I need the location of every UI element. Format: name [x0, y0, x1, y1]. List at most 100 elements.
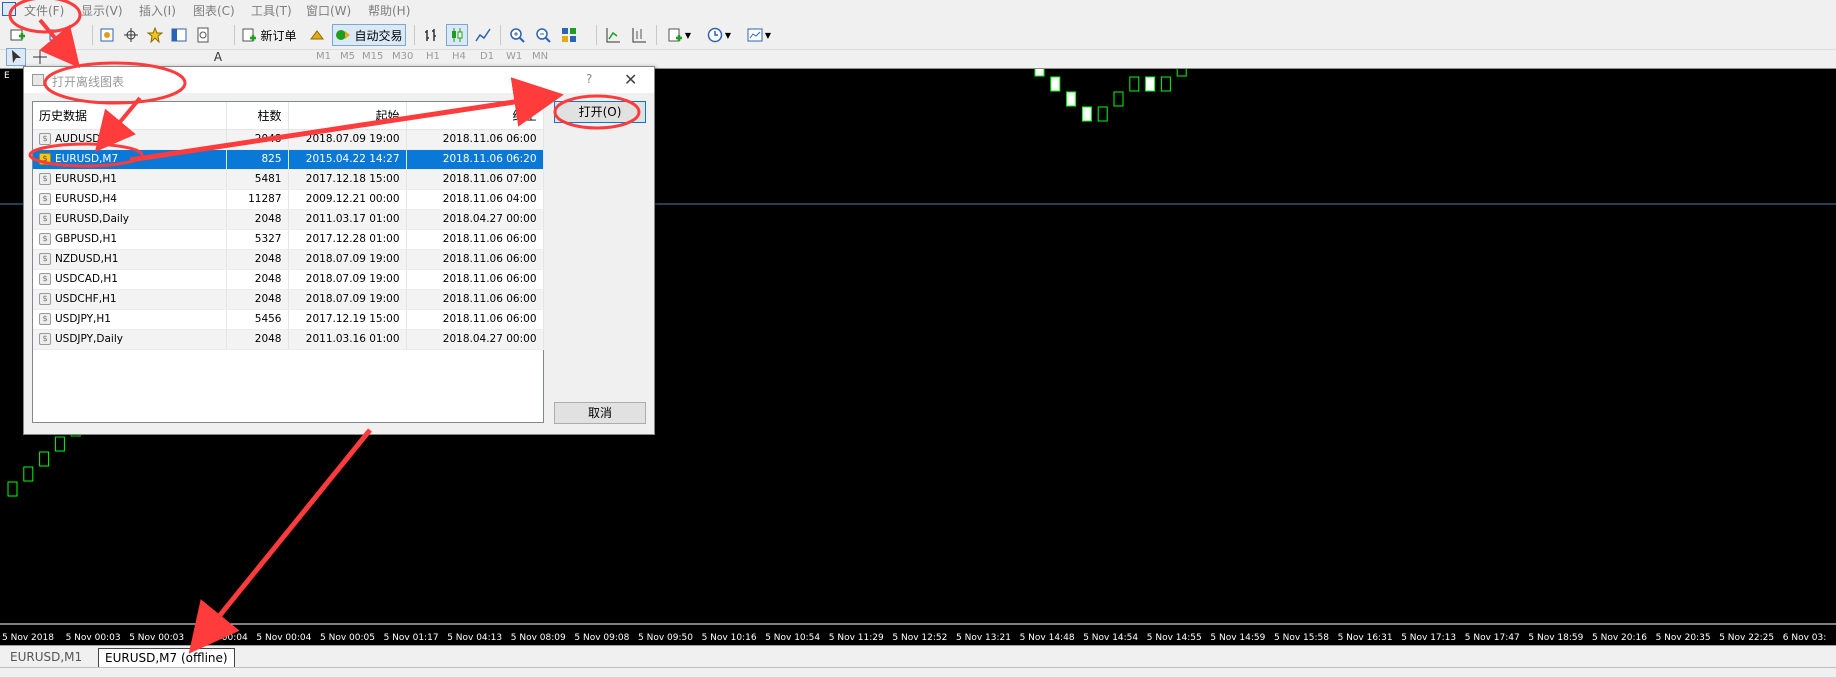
menu-insert[interactable]: 插入(I) — [139, 2, 176, 19]
timeframe-m15[interactable]: M15 — [362, 51, 383, 62]
data-window-icon[interactable] — [120, 24, 142, 46]
auto-trading-button[interactable]: 自动交易 — [332, 24, 406, 46]
menu-view[interactable]: 显示(V) — [81, 2, 123, 19]
end-cell: 2018.04.27 00:00 — [406, 329, 544, 350]
symbol-name: EURUSD,H1 — [55, 173, 117, 185]
line-chart-icon[interactable] — [472, 24, 494, 46]
end-cell: 2018.11.06 06:00 — [406, 129, 544, 150]
timeframe-m5[interactable]: M5 — [340, 51, 355, 62]
history-name-cell: $ USDJPY,H1 — [33, 309, 227, 330]
timeframe-h4[interactable]: H4 — [452, 51, 466, 62]
timeframe-mn[interactable]: MN — [532, 51, 548, 62]
candlestick-icon[interactable] — [446, 24, 468, 46]
profiles-icon[interactable] — [46, 24, 68, 46]
start-cell: 2015.04.22 14:27 — [288, 149, 407, 170]
time-axis-label: 5 Nov 08:09 — [511, 633, 566, 643]
menu-file[interactable]: 文件(F) — [24, 2, 64, 19]
time-axis-label: 5 Nov 17:47 — [1465, 633, 1520, 643]
tab-eurusd-m7-offline[interactable]: EURUSD,M7 (offline) — [98, 648, 235, 667]
end-cell: 2018.04.27 00:00 — [406, 209, 544, 230]
strategy-tester-icon[interactable] — [192, 24, 214, 46]
signals-icon[interactable] — [306, 24, 328, 46]
column-header-start[interactable]: 起始 — [288, 102, 407, 130]
dialog-title-bar: 打开离线图表 ? ✕ — [24, 67, 654, 93]
terminal-icon[interactable] — [168, 24, 190, 46]
open-button[interactable]: 打开(O) — [554, 101, 646, 123]
new-order-button[interactable]: 新订单 — [238, 24, 300, 46]
cancel-button[interactable]: 取消 — [554, 402, 646, 424]
new-chart-icon[interactable] — [6, 24, 28, 46]
zoom-out-icon[interactable] — [532, 24, 554, 46]
auto-scroll-icon[interactable] — [628, 24, 650, 46]
table-row[interactable]: $ EURUSD,Daily 2048 2011.03.17 01:00 2018.04… — [33, 209, 544, 230]
start-cell: 2018.07.09 19:00 — [288, 269, 407, 290]
timeframe-w1[interactable]: W1 — [506, 51, 522, 62]
start-cell: 2017.12.18 15:00 — [288, 169, 407, 190]
start-cell: 2011.03.16 01:00 — [288, 329, 407, 350]
menu-tools[interactable]: 工具(T) — [251, 2, 292, 19]
bar-chart-icon[interactable] — [420, 24, 442, 46]
bars-cell: 11287 — [226, 189, 289, 210]
menu-help[interactable]: 帮助(H) — [368, 2, 410, 19]
app-icon[interactable] — [2, 2, 16, 16]
time-axis-label: 5 Nov 04:13 — [447, 633, 502, 643]
zoom-in-icon[interactable] — [506, 24, 528, 46]
time-axis-label: 6 Nov 03: — [1783, 633, 1827, 643]
history-name-cell: $ USDCAD,H1 — [33, 269, 227, 290]
history-name-cell: $ EURUSD,H4 — [33, 189, 227, 210]
time-axis-label: 5 Nov 20:16 — [1592, 633, 1647, 643]
table-row[interactable]: $ USDJPY,H1 5456 2017.12.19 15:00 2018.11.06… — [33, 309, 544, 330]
symbol-icon: $ — [39, 293, 51, 305]
time-axis-label: 5 Nov 2018 — [2, 633, 54, 643]
help-button[interactable]: ? — [586, 72, 592, 86]
timeframe-d1[interactable]: D1 — [480, 51, 494, 62]
end-cell: 2018.11.06 04:00 — [406, 189, 544, 210]
time-axis-label: 5 Nov 14:48 — [1020, 633, 1075, 643]
bear-box — [1034, 69, 1045, 77]
table-row[interactable]: $ EURUSD,H1 5481 2017.12.18 15:00 2018.11.06… — [33, 169, 544, 190]
table-row[interactable]: $ AUDUSD,H1 2048 2018.07.09 19:00 2018.11.06… — [33, 129, 544, 150]
market-watch-icon[interactable] — [96, 24, 118, 46]
bars-cell: 2048 — [226, 289, 289, 310]
column-header-end[interactable]: 终止 — [406, 102, 544, 130]
close-icon[interactable]: ✕ — [624, 70, 637, 89]
symbol-icon: $ — [39, 153, 51, 165]
end-cell: 2018.11.06 06:00 — [406, 289, 544, 310]
chart-shift-icon[interactable] — [602, 24, 624, 46]
column-header-bars[interactable]: 柱数 — [226, 102, 289, 130]
timeframe-h1[interactable]: H1 — [426, 51, 440, 62]
time-axis-label: 5 Nov 09:08 — [574, 633, 629, 643]
start-cell: 2017.12.19 15:00 — [288, 309, 407, 330]
history-list[interactable]: 历史数据 柱数 起始 终止 $ AUDUSD,H1 2048 2018.07.09 1… — [32, 101, 544, 423]
bear-box — [1050, 76, 1061, 92]
table-row[interactable]: $ USDCHF,H1 2048 2018.07.09 19:00 2018.11.06… — [33, 289, 544, 310]
start-cell: 2018.07.09 19:00 — [288, 289, 407, 310]
table-row[interactable]: $ EURUSD,H4 11287 2009.12.21 00:00 2018.11.0… — [33, 189, 544, 210]
start-cell: 2011.03.17 01:00 — [288, 209, 407, 230]
symbol-icon: $ — [39, 333, 51, 345]
symbol-icon: $ — [39, 313, 51, 325]
time-axis-label: 5 Nov 10:16 — [702, 633, 757, 643]
table-row[interactable]: $ USDCAD,H1 2048 2018.07.09 19:00 2018.11.06… — [33, 269, 544, 290]
menu-charts[interactable]: 图表(C) — [193, 2, 235, 19]
timeframe-m30[interactable]: M30 — [392, 51, 413, 62]
crosshair-icon[interactable] — [30, 48, 50, 66]
cursor-icon[interactable] — [6, 48, 26, 66]
table-row[interactable]: $ USDJPY,Daily 2048 2011.03.16 01:00 2018.04… — [33, 329, 544, 350]
text-tool-icon[interactable]: A — [208, 48, 228, 66]
symbol-icon: $ — [39, 193, 51, 205]
column-header-history[interactable]: 历史数据 — [33, 102, 227, 130]
table-row[interactable]: $ NZDUSD,H1 2048 2018.07.09 19:00 2018.11.06… — [33, 249, 544, 270]
periods-dropdown[interactable]: ▼ — [702, 24, 736, 46]
table-row[interactable]: $ GBPUSD,H1 5327 2017.12.28 01:00 2018.11.06… — [33, 229, 544, 250]
bars-cell: 2048 — [226, 329, 289, 350]
navigator-icon[interactable] — [144, 24, 166, 46]
indicators-dropdown[interactable]: ▼ — [662, 24, 696, 46]
tile-windows-icon[interactable] — [558, 24, 580, 46]
table-row[interactable]: $ EURUSD,M7 825 2015.04.22 14:27 2018.11.06 … — [33, 149, 544, 170]
open-offline-dialog: 打开离线图表 ? ✕ 历史数据 柱数 起始 终止 $ AUDUSD,H1 2048 2… — [23, 66, 655, 435]
timeframe-m1[interactable]: M1 — [316, 51, 331, 62]
templates-dropdown[interactable]: ▼ — [742, 24, 776, 46]
menu-window[interactable]: 窗口(W) — [306, 2, 351, 19]
tab-eurusd-m1[interactable]: EURUSD,M1 — [4, 648, 88, 667]
